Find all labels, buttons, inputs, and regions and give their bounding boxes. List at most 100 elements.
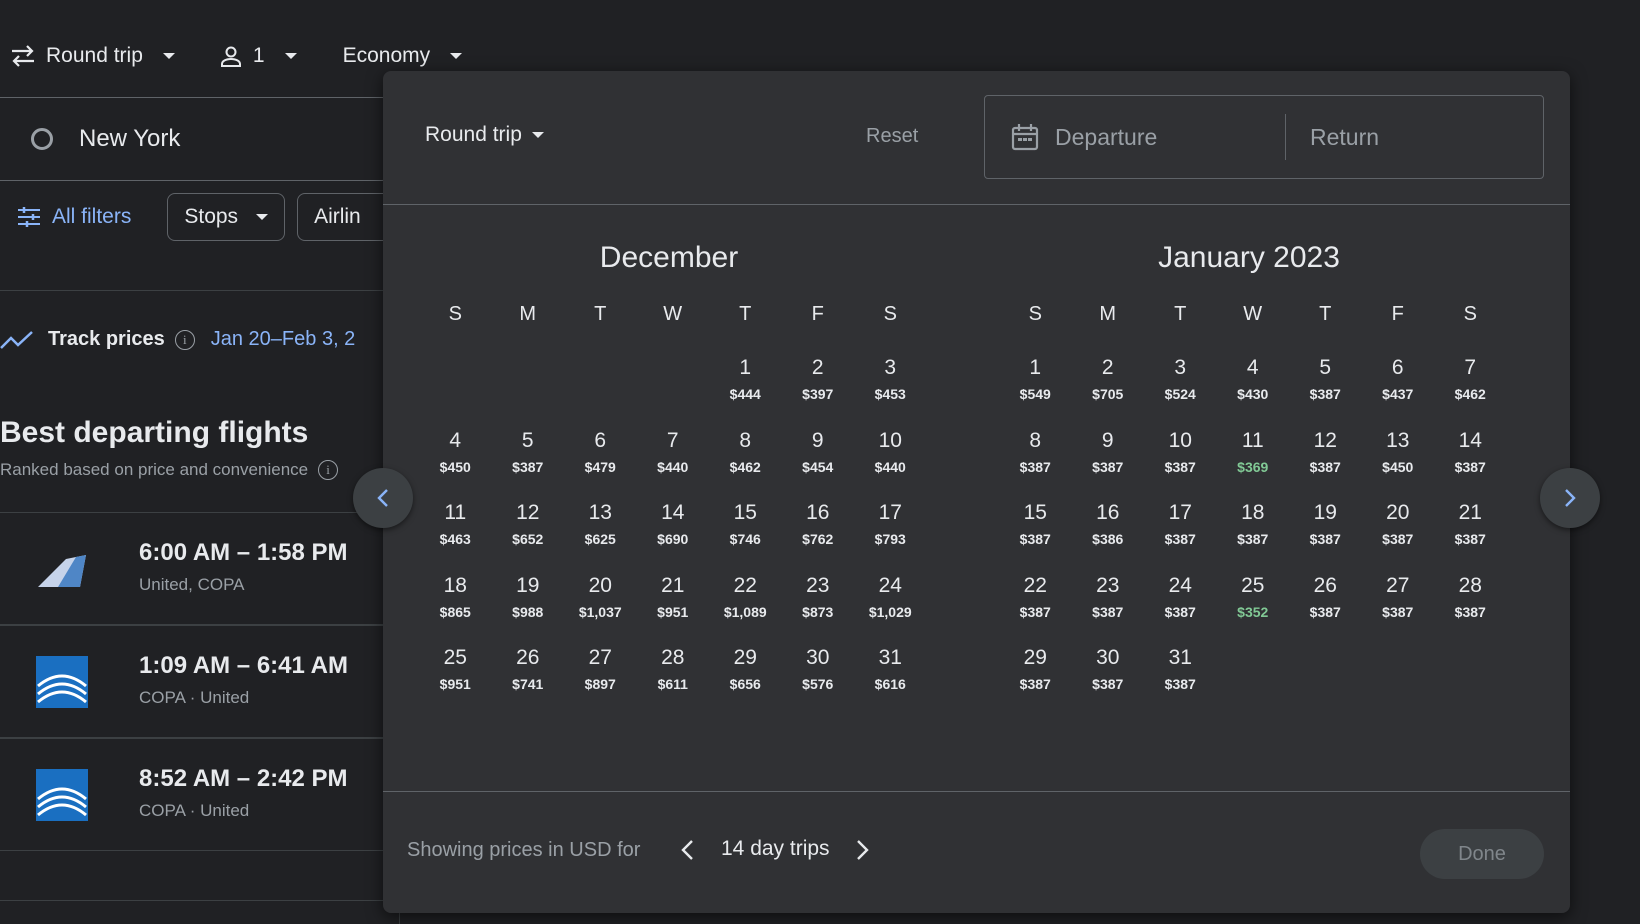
calendar-day[interactable]: 17 $387 (1144, 493, 1217, 566)
calendar-day[interactable]: 28 $387 (1434, 566, 1507, 639)
calendar-day[interactable]: 6 $437 (1362, 348, 1435, 421)
passengers-select[interactable]: 1 (219, 44, 297, 68)
calendar-day[interactable]: 16 $386 (1072, 493, 1145, 566)
calendar-day[interactable]: 31 $387 (1144, 638, 1217, 711)
weekday-label: S (1028, 303, 1042, 325)
calendar-day[interactable]: 10 $387 (1144, 421, 1217, 494)
calendar-day[interactable]: 25 $352 (1217, 566, 1290, 639)
calendar-day[interactable]: 9 $454 (782, 421, 855, 494)
calendar-day[interactable]: 26 $741 (492, 638, 565, 711)
calendar-day[interactable]: 8 $387 (999, 421, 1072, 494)
calendar-day[interactable]: 13 $450 (1362, 421, 1435, 494)
reset-button[interactable]: Reset (866, 125, 918, 148)
calendar-day[interactable]: 13 $625 (564, 493, 637, 566)
next-month-button[interactable] (1540, 468, 1600, 528)
calendar-day[interactable]: 11 $463 (419, 493, 492, 566)
calendar-day[interactable]: 14 $690 (637, 493, 710, 566)
calendar-day[interactable]: 31 $616 (854, 638, 927, 711)
calendar-day[interactable]: 20 $387 (1362, 493, 1435, 566)
calendar-day[interactable]: 8 $462 (709, 421, 782, 494)
calendar-day[interactable]: 12 $387 (1289, 421, 1362, 494)
calendar-day[interactable]: 15 $746 (709, 493, 782, 566)
calendar-day[interactable]: 30 $387 (1072, 638, 1145, 711)
calendar-day[interactable]: 10 $440 (854, 421, 927, 494)
calendar-day[interactable]: 1 $549 (999, 348, 1072, 421)
date-range-input[interactable]: Departure Return (984, 95, 1544, 179)
calendar-day[interactable]: 27 $897 (564, 638, 637, 711)
calendar-day[interactable]: 5 $387 (492, 421, 565, 494)
calendar-day[interactable]: 29 $387 (999, 638, 1072, 711)
calendar-day[interactable]: 25 $951 (419, 638, 492, 711)
return-input[interactable]: Return (1310, 124, 1379, 151)
calendar-day[interactable]: 22 $1,089 (709, 566, 782, 639)
flight-time: 8:52 AM – 2:42 PM (139, 765, 348, 792)
day-number: 27 (1386, 573, 1410, 597)
calendar-day[interactable]: 23 $387 (1072, 566, 1145, 639)
calendar-day[interactable]: 30 $576 (782, 638, 855, 711)
flight-row[interactable]: 8:52 AM – 2:42 PM COPA · United (0, 738, 400, 851)
calendar-day[interactable]: 18 $865 (419, 566, 492, 639)
info-icon[interactable]: i (174, 329, 195, 350)
calendar-day[interactable]: 12 $652 (492, 493, 565, 566)
track-prices-row: Track prices i Jan 20–Feb 3, 2 (0, 328, 355, 351)
calendar-day[interactable]: 17 $793 (854, 493, 927, 566)
track-dates[interactable]: Jan 20–Feb 3, 2 (211, 328, 356, 351)
calendar-day[interactable]: 27 $387 (1362, 566, 1435, 639)
calendar-day[interactable]: 5 $387 (1289, 348, 1362, 421)
calendar-day[interactable]: 24 $1,029 (854, 566, 927, 639)
day-number: 18 (443, 573, 467, 597)
calendar-day[interactable]: 22 $387 (999, 566, 1072, 639)
flight-row[interactable] (0, 900, 400, 924)
calendar-day[interactable]: 18 $387 (1217, 493, 1290, 566)
calendar-day[interactable]: 29 $656 (709, 638, 782, 711)
calendar-day[interactable]: 1 $444 (709, 348, 782, 421)
calendar-day[interactable]: 2 $397 (782, 348, 855, 421)
calendar-day[interactable]: 14 $387 (1434, 421, 1507, 494)
trip-type-select[interactable]: Round trip (10, 44, 175, 68)
cabin-class-select[interactable]: Economy (343, 44, 463, 68)
calendar-day[interactable]: 7 $462 (1434, 348, 1507, 421)
calendar-day[interactable]: 26 $387 (1289, 566, 1362, 639)
origin-field[interactable]: New York (0, 97, 390, 181)
calendar-day[interactable]: 19 $988 (492, 566, 565, 639)
calendar-day[interactable]: 21 $951 (637, 566, 710, 639)
day-price: $387 (1019, 531, 1051, 547)
info-icon[interactable]: i (318, 460, 339, 480)
calendar-day[interactable]: 2 $705 (1072, 348, 1145, 421)
day-price: $387 (1382, 603, 1414, 620)
flight-row[interactable]: 6:00 AM – 1:58 PM United, COPA (0, 512, 400, 625)
calendar-day[interactable]: 6 $479 (564, 421, 637, 494)
all-filters-button[interactable]: All filters (18, 205, 131, 229)
done-button[interactable]: Done (1420, 829, 1544, 879)
dialog-trip-type-select[interactable]: Round trip (425, 123, 544, 147)
calendar-day[interactable]: 28 $611 (637, 638, 710, 711)
calendar-day[interactable]: 4 $430 (1217, 348, 1290, 421)
calendar-day[interactable]: 11 $369 (1217, 421, 1290, 494)
calendar-day[interactable]: 3 $524 (1144, 348, 1217, 421)
flight-airlines: United, COPA (139, 575, 245, 594)
calendar-day[interactable]: 16 $762 (782, 493, 855, 566)
calendar-day[interactable]: 23 $873 (782, 566, 855, 639)
chevron-right-icon[interactable] (853, 839, 871, 861)
day-number: 29 (733, 646, 757, 669)
calendar-day[interactable]: 21 $387 (1434, 493, 1507, 566)
calendar-day[interactable]: 7 $440 (637, 421, 710, 494)
day-price: $397 (802, 386, 834, 402)
calendar-day[interactable]: 3 $453 (854, 348, 927, 421)
day-grid: 1 $444 2 $397 3 $453 4 $450 5 $387 6 $479 7 $440 8 $462… (419, 348, 919, 711)
stops-filter[interactable]: Stops (167, 193, 286, 241)
day-price: $690 (657, 531, 689, 547)
previous-month-button[interactable] (353, 468, 413, 528)
calendar-day[interactable]: 20 $1,037 (564, 566, 637, 639)
calendar-day[interactable]: 15 $387 (999, 493, 1072, 566)
calendar-day[interactable]: 19 $387 (1289, 493, 1362, 566)
calendar-day[interactable]: 4 $450 (419, 421, 492, 494)
calendar-day[interactable]: 9 $387 (1072, 421, 1145, 494)
calendar-day[interactable]: 24 $387 (1144, 566, 1217, 639)
departure-input[interactable]: Departure (1055, 124, 1285, 151)
passenger-count: 1 (252, 44, 265, 67)
chevron-left-icon[interactable] (679, 839, 697, 861)
trip-type-label: Round trip (46, 44, 143, 67)
day-price: $450 (439, 458, 471, 475)
flight-row[interactable]: 1:09 AM – 6:41 AM COPA · United (0, 625, 400, 738)
